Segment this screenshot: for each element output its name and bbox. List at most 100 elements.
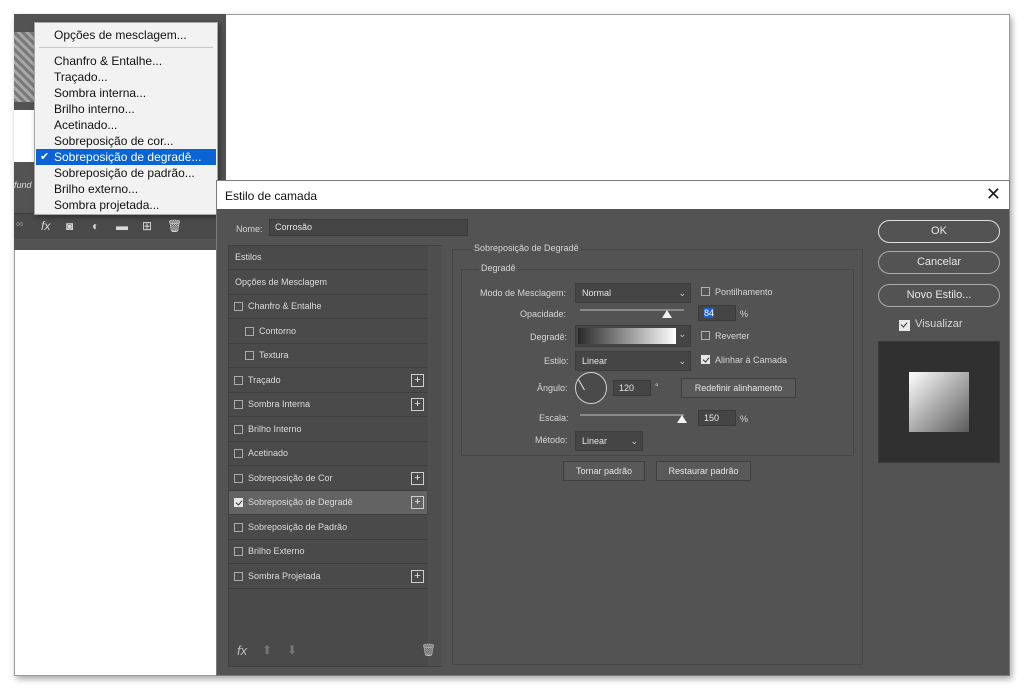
style-checkbox[interactable] bbox=[234, 473, 243, 483]
style-checkbox[interactable] bbox=[234, 400, 243, 409]
style-item-label: Sombra Projetada bbox=[248, 570, 321, 581]
move-down-icon[interactable]: ⬇ bbox=[287, 643, 297, 657]
trash-icon[interactable]: 🗑 bbox=[421, 643, 436, 657]
style-item[interactable]: Opções de Mesclagem bbox=[229, 271, 427, 295]
trash-icon[interactable]: 🗑 bbox=[167, 219, 182, 233]
dither-label: Pontilhamento bbox=[715, 287, 773, 297]
opacity-unit: % bbox=[740, 309, 749, 319]
context-menu-item[interactable]: Opções de mesclagem... bbox=[36, 27, 216, 43]
add-style-icon[interactable]: + bbox=[411, 398, 424, 411]
style-item[interactable]: Textura bbox=[229, 344, 427, 368]
gradient-group-title: Degradê bbox=[479, 263, 518, 273]
reverse-checkbox[interactable] bbox=[701, 331, 710, 340]
style-checkbox[interactable] bbox=[234, 571, 243, 581]
make-default-button[interactable]: Tornar padrão bbox=[563, 461, 645, 481]
add-style-icon[interactable]: + bbox=[411, 471, 424, 485]
fx-icon[interactable]: fx bbox=[41, 219, 50, 233]
scale-slider-track[interactable] bbox=[580, 414, 684, 416]
style-item[interactable]: Estilos bbox=[229, 246, 427, 270]
ok-button[interactable]: OK bbox=[878, 220, 1000, 243]
blend-mode-value: Normal bbox=[582, 288, 612, 298]
opacity-input[interactable]: 84 bbox=[698, 305, 736, 321]
context-menu-item[interactable]: Acetinado... bbox=[36, 117, 216, 133]
style-item[interactable]: Brilho Interno bbox=[229, 418, 427, 442]
angle-dial[interactable] bbox=[575, 372, 607, 404]
style-select[interactable]: Linear ⌄ bbox=[575, 351, 691, 371]
blend-mode-label: Modo de Mesclagem: bbox=[480, 288, 567, 298]
reset-alignment-button[interactable]: Redefinir alinhamento bbox=[681, 378, 796, 398]
style-value: Linear bbox=[582, 356, 608, 366]
style-item[interactable]: Acetinado bbox=[229, 442, 427, 466]
opacity-value: 84 bbox=[704, 308, 715, 318]
scale-slider-thumb[interactable] bbox=[676, 415, 687, 423]
style-item[interactable]: Sobreposição de Cor + bbox=[229, 467, 427, 491]
align-layer-checkbox[interactable] bbox=[701, 355, 710, 364]
style-checkbox[interactable] bbox=[245, 326, 254, 336]
style-checkbox[interactable] bbox=[234, 498, 243, 507]
context-menu-item[interactable]: Sobreposição de padrão... bbox=[36, 165, 216, 181]
style-checkbox[interactable] bbox=[234, 424, 243, 434]
style-item[interactable]: Brilho Externo bbox=[229, 540, 427, 564]
opacity-slider-thumb[interactable] bbox=[662, 310, 673, 318]
context-menu-item-label: Traçado... bbox=[54, 70, 108, 84]
context-menu-item[interactable]: Brilho interno... bbox=[36, 101, 216, 117]
context-menu-item[interactable]: Sombra projetada... bbox=[36, 197, 216, 213]
style-item[interactable]: Sombra Projetada + bbox=[229, 565, 427, 589]
context-menu-item[interactable]: Chanfro & Entalhe... bbox=[36, 53, 216, 69]
style-checkbox[interactable] bbox=[234, 547, 243, 556]
style-item[interactable]: Sobreposição de Padrão bbox=[229, 516, 427, 540]
mask-icon[interactable]: ◙ bbox=[66, 219, 73, 233]
style-item-label: Brilho Externo bbox=[248, 546, 305, 556]
close-icon[interactable]: ✕ bbox=[986, 184, 1001, 205]
reverse-label: Reverter bbox=[715, 331, 750, 341]
context-menu-item[interactable]: Sombra interna... bbox=[36, 85, 216, 101]
style-checkbox[interactable] bbox=[234, 302, 243, 311]
context-menu-item[interactable]: Brilho externo... bbox=[36, 181, 216, 197]
context-menu-item[interactable]: Traçado... bbox=[36, 69, 216, 85]
style-item-label: Opções de Mesclagem bbox=[235, 276, 328, 287]
method-label: Método: bbox=[535, 435, 568, 445]
add-style-icon[interactable]: + bbox=[411, 496, 424, 509]
link-icon[interactable]: ∞ bbox=[16, 219, 23, 230]
style-item[interactable]: Sobreposição de Degradê + bbox=[229, 491, 427, 515]
chevron-down-icon[interactable]: ⌄ bbox=[678, 329, 686, 340]
menu-divider bbox=[39, 47, 213, 48]
add-style-icon[interactable]: + bbox=[411, 569, 424, 583]
style-item-label: Sobreposição de Padrão bbox=[248, 521, 348, 532]
dither-checkbox[interactable] bbox=[701, 287, 710, 296]
context-menu-item[interactable]: Sobreposição de cor... bbox=[36, 133, 216, 149]
angle-input[interactable]: 120 bbox=[613, 380, 651, 396]
new-layer-icon[interactable]: ⊞ bbox=[142, 219, 152, 233]
method-select[interactable]: Linear ⌄ bbox=[575, 431, 643, 451]
style-checkbox[interactable] bbox=[234, 522, 243, 532]
fx-icon[interactable]: fx bbox=[237, 643, 247, 658]
cancel-button[interactable]: Cancelar bbox=[878, 251, 1000, 274]
adjustment-icon[interactable]: ◐ bbox=[92, 219, 99, 233]
preview-checkbox[interactable] bbox=[899, 320, 910, 331]
style-checkbox[interactable] bbox=[234, 449, 243, 458]
angle-dial-needle bbox=[578, 379, 585, 391]
context-menu-item-label: Brilho externo... bbox=[54, 182, 139, 196]
add-style-icon[interactable]: + bbox=[411, 373, 424, 387]
chevron-down-icon: ⌄ bbox=[678, 356, 686, 366]
gradient-swatch[interactable] bbox=[578, 328, 676, 344]
scale-input[interactable]: 150 bbox=[698, 410, 736, 426]
style-checkbox[interactable] bbox=[245, 351, 254, 360]
folder-icon[interactable]: ▬ bbox=[116, 219, 128, 233]
layer-style-context-menu: Opções de mesclagem... Chanfro & Entalhe.… bbox=[34, 22, 218, 215]
move-up-icon[interactable]: ⬆ bbox=[262, 643, 272, 657]
style-checkbox[interactable] bbox=[234, 375, 243, 385]
styles-scrollbar[interactable] bbox=[428, 246, 442, 666]
style-item[interactable]: Sombra Interna + bbox=[229, 393, 427, 417]
gradient-picker[interactable]: ⌄ bbox=[575, 325, 691, 347]
reset-default-button[interactable]: Restaurar padrão bbox=[656, 461, 751, 481]
style-item[interactable]: Chanfro & Entalhe bbox=[229, 295, 427, 319]
style-item[interactable]: Traçado + bbox=[229, 369, 427, 393]
name-input[interactable]: Corrosão bbox=[269, 219, 468, 236]
style-item-label: Sobreposição de Cor bbox=[248, 472, 333, 483]
context-menu-item-label: Opções de mesclagem... bbox=[54, 28, 187, 42]
new-style-button[interactable]: Novo Estilo... bbox=[878, 284, 1000, 307]
style-item[interactable]: Contorno bbox=[229, 320, 427, 344]
blend-mode-select[interactable]: Normal ⌄ bbox=[575, 283, 691, 303]
context-menu-item[interactable]: ✔ Sobreposição de degradê... bbox=[36, 149, 216, 165]
